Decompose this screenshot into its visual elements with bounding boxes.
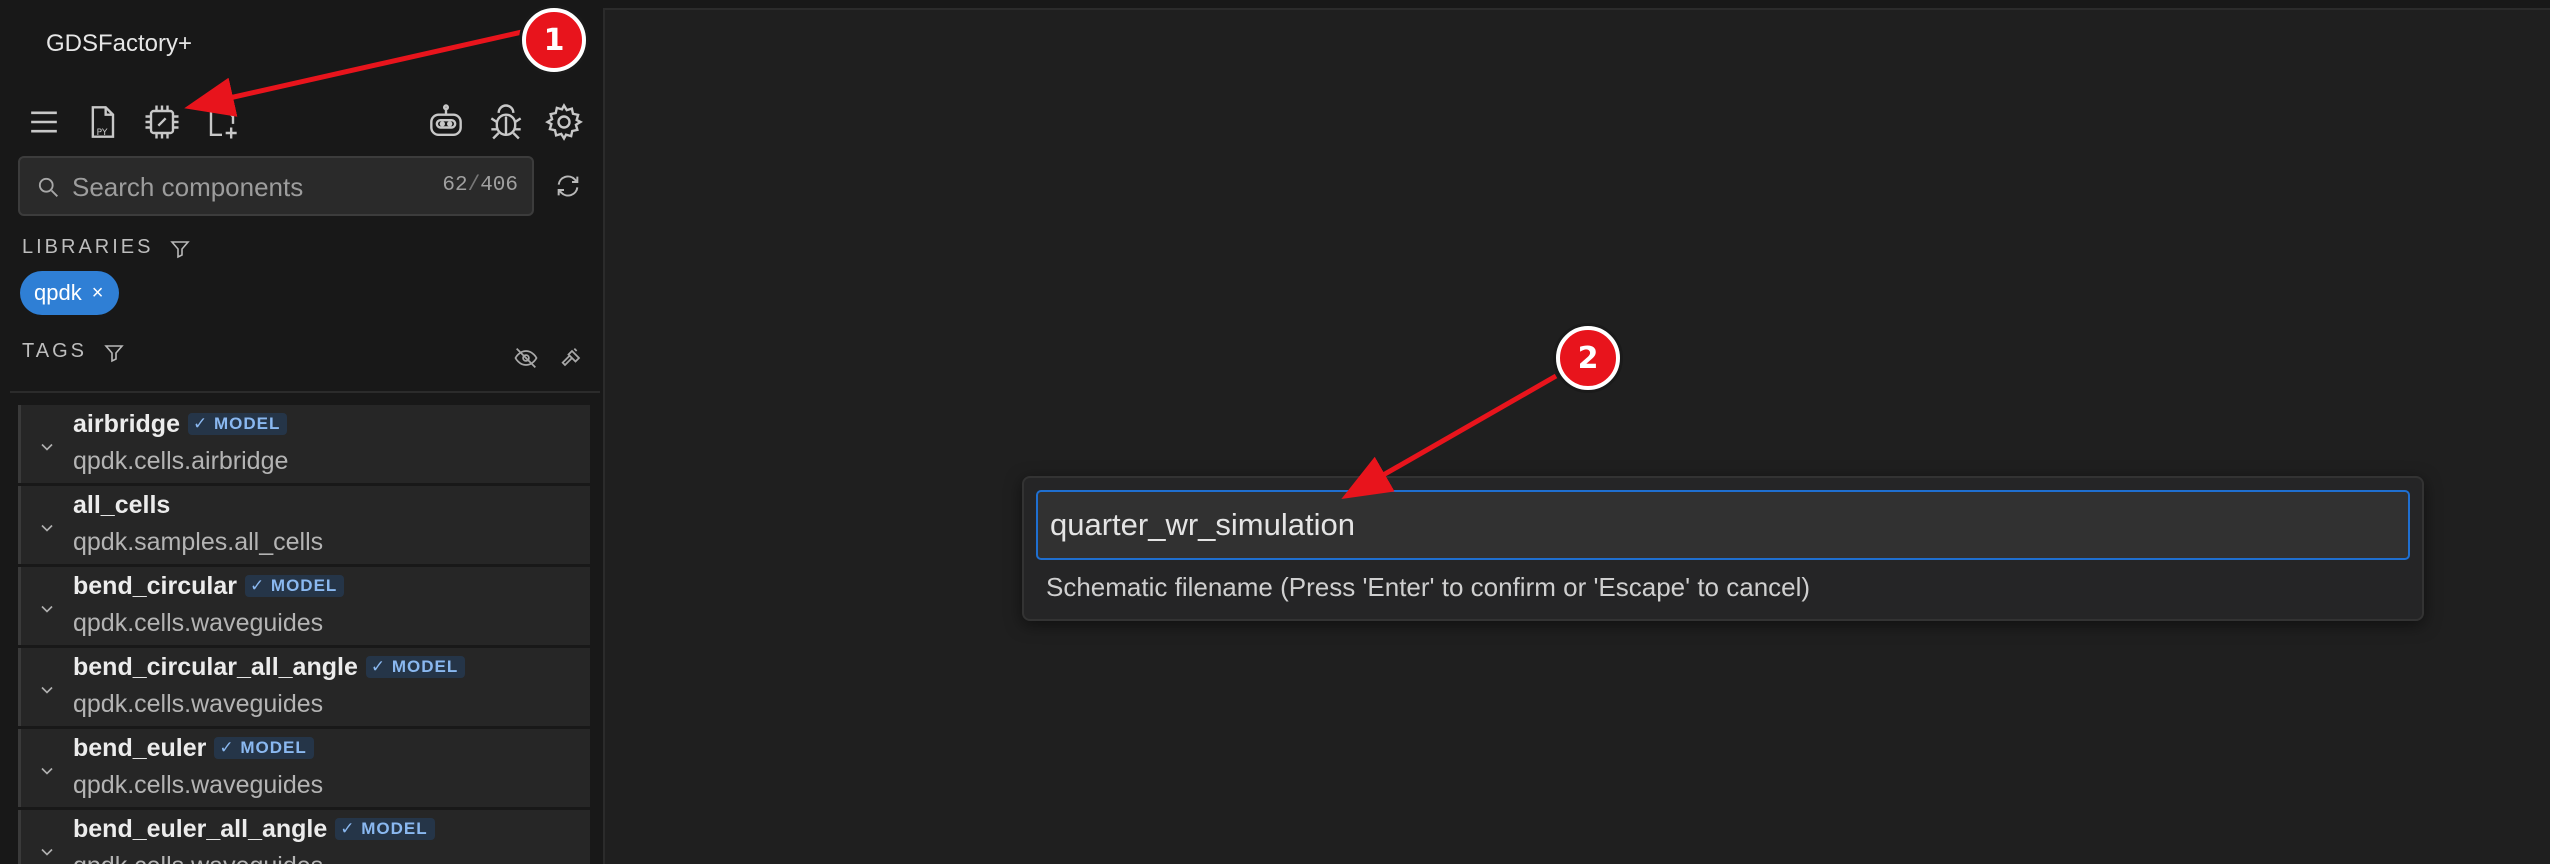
component-name-text: bend_circular (73, 572, 237, 600)
chevron-down-icon[interactable] (37, 842, 57, 862)
library-chip-label: qpdk (34, 280, 82, 305)
chevron-down-icon[interactable] (37, 437, 57, 457)
tags-label: TAGS (22, 340, 87, 362)
model-badge-text: MODEL (391, 657, 459, 676)
model-badge-text: MODEL (361, 819, 428, 838)
list-item[interactable]: bend_euler ✓ MODEL qpdk.cells.waveguides (18, 729, 590, 807)
component-module: qpdk.samples.all_cells (73, 528, 324, 556)
sidebar-divider (10, 391, 600, 393)
component-name: bend_euler ✓ MODEL (73, 734, 314, 763)
python-file-icon[interactable]: PY (80, 100, 124, 144)
eye-off-icon[interactable] (512, 344, 540, 372)
component-name-text: bend_euler (73, 734, 207, 762)
list-item[interactable]: bend_circular ✓ MODEL qpdk.cells.waveguid… (18, 567, 590, 645)
chevron-down-icon[interactable] (37, 680, 57, 700)
add-file-icon[interactable] (200, 100, 244, 144)
count-total: 406 (480, 174, 518, 197)
model-badge: ✓ MODEL (365, 656, 466, 678)
component-name-text: bend_circular_all_angle (73, 653, 358, 681)
bug-icon[interactable] (484, 100, 528, 144)
component-module: qpdk.cells.waveguides (73, 771, 324, 799)
annotation-marker-2: 2 (1556, 326, 1620, 390)
list-item[interactable]: bend_euler_all_angle ✓ MODEL qpdk.cells.w… (18, 810, 590, 864)
libraries-filter-icon[interactable] (168, 237, 192, 261)
component-module: qpdk.cells.waveguides (73, 690, 324, 718)
annotation-marker-1: 1 (522, 8, 586, 72)
app-title: GDSFactory+ (46, 30, 193, 57)
chevron-down-icon[interactable] (37, 761, 57, 781)
chip-remove-icon[interactable]: × (92, 282, 104, 305)
component-name: bend_euler_all_angle ✓ MODEL (73, 815, 435, 844)
component-name: bend_circular_all_angle ✓ MODEL (73, 653, 466, 682)
chip-edit-icon[interactable] (140, 100, 184, 144)
component-name-text: all_cells (73, 491, 171, 519)
component-name: bend_circular ✓ MODEL (73, 572, 345, 601)
menu-icon[interactable] (22, 100, 66, 144)
count-separator: / (467, 174, 481, 197)
model-badge-text: MODEL (240, 738, 307, 757)
model-badge: ✓ MODEL (335, 818, 435, 840)
component-module: qpdk.cells.airbridge (73, 447, 289, 475)
library-chip-qpdk[interactable]: qpdk × (20, 271, 120, 315)
model-badge-text: MODEL (270, 576, 338, 595)
tags-filter-icon[interactable] (102, 341, 126, 365)
model-badge: ✓ MODEL (187, 413, 288, 435)
search-input[interactable] (70, 166, 434, 208)
count-shown: 62 (442, 174, 468, 197)
model-badge-text: MODEL (213, 414, 281, 433)
svg-text:PY: PY (97, 127, 108, 138)
component-name-text: bend_euler_all_angle (73, 815, 328, 843)
search-icon (38, 177, 58, 197)
hammer-icon[interactable] (558, 344, 586, 372)
quick-input-dialog: Schematic filename (Press 'Enter' to con… (1022, 476, 2424, 621)
list-item[interactable]: airbridge ✓ MODEL qpdk.cells.airbridge (18, 405, 590, 483)
model-badge: ✓ MODEL (214, 737, 314, 759)
gear-icon[interactable] (542, 100, 586, 144)
component-list: airbridge ✓ MODEL qpdk.cells.airbridge al… (18, 405, 590, 864)
list-item[interactable]: bend_circular_all_angle ✓ MODEL qpdk.cell… (18, 648, 590, 726)
search-result-count: 62/406 (442, 174, 518, 197)
component-module: qpdk.cells.waveguides (73, 852, 323, 864)
list-item[interactable]: all_cells qpdk.samples.all_cells (18, 486, 590, 564)
component-module: qpdk.cells.waveguides (73, 609, 324, 637)
components-sidebar: GDSFactory+ PY 62/406 LIBRARIES qpdk × T… (0, 8, 605, 864)
chevron-down-icon[interactable] (37, 599, 57, 619)
model-badge: ✓ MODEL (244, 575, 345, 597)
robot-icon[interactable] (424, 100, 468, 144)
refresh-icon[interactable] (552, 170, 584, 202)
component-name: all_cells (73, 491, 170, 520)
search-box: 62/406 (18, 156, 534, 216)
component-name: airbridge ✓ MODEL (73, 410, 288, 439)
schematic-filename-input[interactable] (1036, 490, 2410, 560)
component-name-text: airbridge (73, 410, 180, 438)
quick-input-hint: Schematic filename (Press 'Enter' to con… (1046, 572, 1811, 602)
chevron-down-icon[interactable] (37, 518, 57, 538)
libraries-label: LIBRARIES (22, 236, 154, 258)
